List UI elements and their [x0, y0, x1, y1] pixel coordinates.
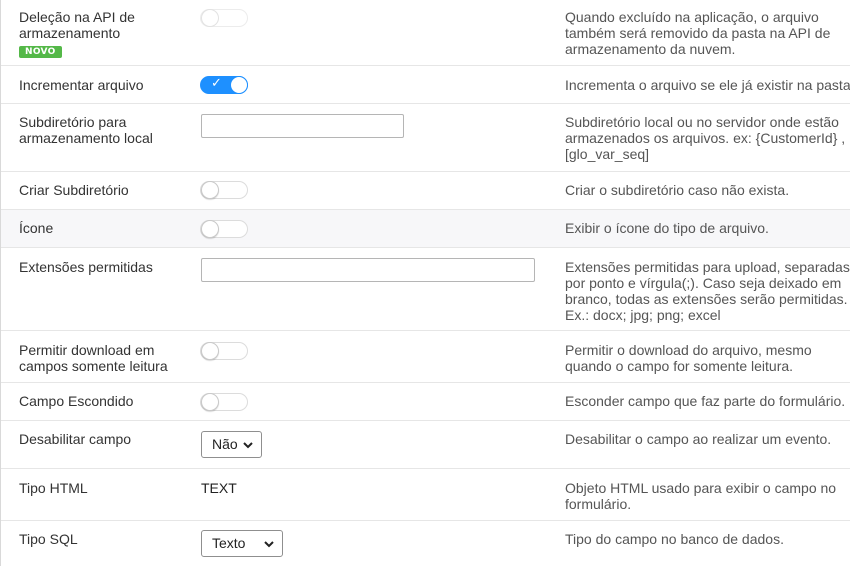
row-label: Subdiretório para armazenamento local: [19, 114, 153, 146]
row-allowed-extensions: Extensões permitidas Extensões permitida…: [1, 248, 850, 331]
row-description: Objeto HTML usado para exibir o campo no…: [565, 480, 837, 512]
row-hidden-field: Campo Escondido Esconder campo que faz p…: [1, 383, 850, 421]
row-label: Tipo SQL: [19, 531, 78, 547]
row-readonly-download: Permitir download em campos somente leit…: [1, 331, 850, 383]
check-icon: ✓: [211, 76, 222, 91]
row-increment-file: Incrementar arquivo ✓ Incrementa o arqui…: [1, 66, 850, 104]
row-description: Extensões permitidas para upload, separa…: [565, 259, 850, 323]
toggle-knob: [201, 393, 219, 411]
create-subdir-toggle[interactable]: [200, 181, 248, 199]
row-description: Desabilitar o campo ao realizar um event…: [565, 431, 832, 447]
row-label: Deleção na API de armazenamento NOVO: [19, 9, 189, 58]
toggle-knob: [201, 181, 219, 199]
disable-field-select[interactable]: Não: [201, 431, 262, 458]
hidden-field-toggle[interactable]: [200, 393, 248, 411]
row-description: Permitir o download do arquivo, mesmo qu…: [565, 342, 812, 374]
row-icon: Ícone Exibir o ícone do tipo de arquivo.: [1, 210, 850, 248]
chevron-down-icon: [264, 541, 274, 548]
icon-toggle[interactable]: [200, 220, 248, 238]
row-label: Extensões permitidas: [19, 259, 153, 275]
row-label: Permitir download em campos somente leit…: [19, 342, 168, 374]
row-disable-field: Desabilitar campo Não Desabilitar o camp…: [1, 421, 850, 469]
row-label: Campo Escondido: [19, 393, 134, 409]
row-label: Criar Subdiretório: [19, 182, 129, 198]
local-subdir-input[interactable]: [201, 114, 404, 138]
row-description: Esconder campo que faz parte do formulár…: [565, 393, 846, 409]
toggle-knob: [201, 342, 219, 360]
allowed-extensions-input[interactable]: [201, 258, 535, 282]
api-deletion-toggle[interactable]: [200, 9, 248, 27]
toggle-knob: [230, 76, 248, 94]
select-value: Texto: [212, 535, 246, 551]
row-description: Subdiretório local ou no servidor onde e…: [565, 114, 846, 162]
row-description: Incrementa o arquivo se ele já existir n…: [565, 77, 850, 93]
row-create-subdir: Criar Subdiretório Criar o subdiretório …: [1, 172, 850, 210]
toggle-knob: [201, 9, 219, 27]
row-label: Incrementar arquivo: [19, 77, 144, 93]
row-local-subdir: Subdiretório para armazenamento local Su…: [1, 104, 850, 172]
chevron-down-icon: [243, 442, 253, 449]
row-label: Desabilitar campo: [19, 431, 132, 447]
row-html-type: Tipo HTML TEXT Objeto HTML usado para ex…: [1, 469, 850, 521]
row-description: Criar o subdiretório caso não exista.: [565, 182, 790, 198]
row-api-deletion: Deleção na API de armazenamento NOVO Qua…: [1, 0, 850, 66]
sql-type-select[interactable]: Texto: [201, 530, 283, 557]
increment-file-toggle[interactable]: ✓: [200, 76, 248, 94]
row-description: Quando excluído na aplicação, o arquivo …: [565, 9, 831, 57]
toggle-knob: [201, 220, 219, 238]
readonly-download-toggle[interactable]: [200, 342, 248, 360]
select-value: Não: [212, 436, 238, 452]
row-sql-type: Tipo SQL Texto Tipo do campo no banco de…: [1, 521, 850, 566]
html-type-value: TEXT: [201, 480, 237, 496]
row-description: Exibir o ícone do tipo de arquivo.: [565, 220, 769, 236]
row-description: Tipo do campo no banco de dados.: [565, 531, 784, 547]
row-label: Ícone: [19, 220, 54, 236]
new-badge: NOVO: [19, 46, 62, 58]
label-text: Deleção na API de armazenamento: [19, 9, 135, 41]
row-label: Tipo HTML: [19, 480, 88, 496]
